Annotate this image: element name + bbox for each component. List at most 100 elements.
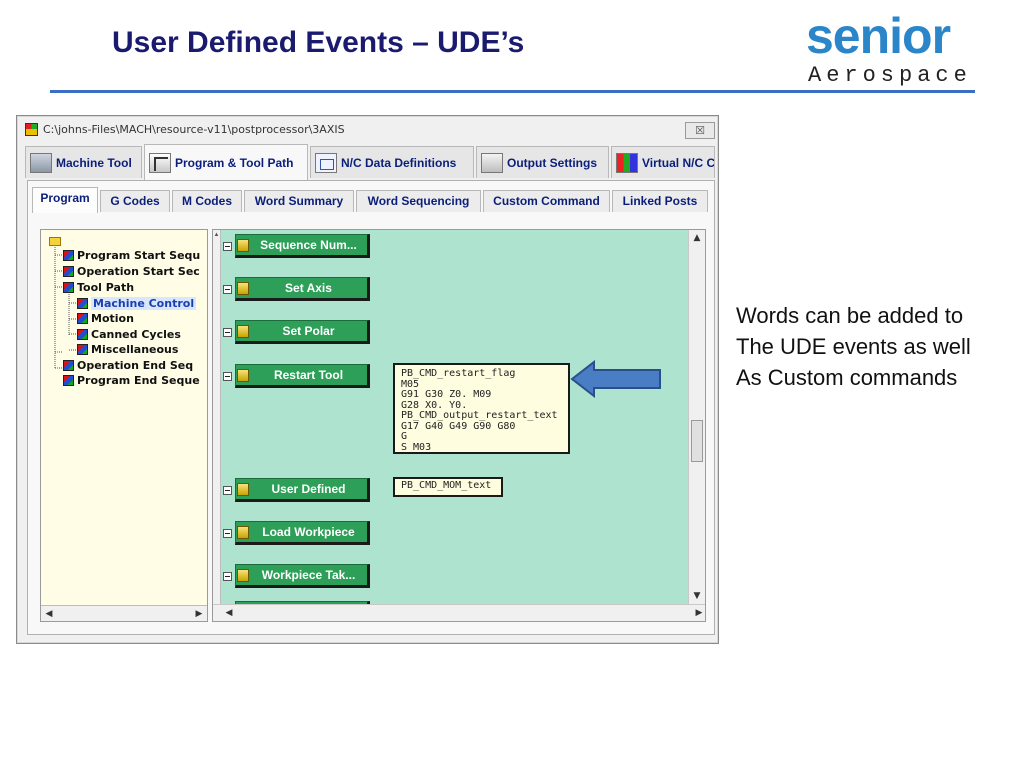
tree-item[interactable]: Operation Start Sec [63, 264, 200, 279]
tree-item[interactable]: Program End Seque [63, 373, 200, 388]
tree-item[interactable]: Operation End Seq [63, 358, 193, 373]
tab-label: Virtual N/C C [642, 155, 715, 170]
tab-virtual-nc[interactable]: Virtual N/C C [611, 146, 715, 178]
tree-item-label: Tool Path [77, 281, 135, 294]
close-button[interactable]: ☒ [685, 122, 715, 139]
callout-line: The UDE events as well [736, 334, 971, 359]
scroll-left-icon[interactable]: ◀ [223, 607, 235, 619]
subtab-program[interactable]: Program [32, 187, 98, 213]
tree-item[interactable]: Canned Cycles [77, 327, 181, 342]
sub-tab-bar: Program G Codes M Codes Word Summary Wor… [32, 187, 712, 213]
scroll-right-icon[interactable]: ▶ [693, 607, 705, 619]
user-defined-code-block[interactable]: PB_CMD_MOM_text [393, 477, 503, 497]
code-line: PB_CMD_restart_flag [401, 368, 516, 379]
subtab-m-codes[interactable]: M Codes [172, 190, 242, 212]
event-button-set-axis[interactable]: Set Axis [235, 277, 370, 301]
machine-tool-icon [30, 152, 52, 173]
tree-item-label: Program Start Sequ [77, 249, 201, 262]
event-node-icon [77, 298, 88, 309]
subtab-word-summary[interactable]: Word Summary [244, 190, 354, 212]
canvas-vertical-scrollbar[interactable]: ▲ ▼ [688, 230, 705, 605]
event-node-icon [63, 360, 74, 371]
scroll-right-icon[interactable]: ▶ [193, 608, 205, 620]
subtab-word-sequencing[interactable]: Word Sequencing [356, 190, 481, 212]
title-divider [50, 90, 975, 93]
collapse-icon[interactable] [223, 572, 232, 581]
event-button-set-polar[interactable]: Set Polar [235, 320, 370, 344]
code-line: S M03 [401, 441, 432, 453]
tree-root[interactable] [49, 234, 64, 249]
tree-item-label: Operation End Seq [77, 359, 194, 372]
left-arrow-icon [570, 360, 661, 398]
subtab-custom-command[interactable]: Custom Command [483, 190, 610, 212]
event-button-restart-tool[interactable]: Restart Tool [235, 364, 370, 388]
tree-item[interactable]: Tool Path [63, 280, 134, 295]
tree-item-label: Canned Cycles [91, 328, 181, 341]
event-node-icon [63, 375, 74, 386]
event-icon [237, 325, 249, 338]
collapse-icon[interactable] [223, 486, 232, 495]
tree-item-label: Program End Seque [77, 374, 200, 387]
collapse-icon[interactable] [223, 372, 232, 381]
event-button-user-defined[interactable]: User Defined [235, 478, 370, 502]
tab-output-settings[interactable]: Output Settings [476, 146, 609, 178]
tab-label: Program & Tool Path [175, 155, 294, 170]
app-icon [25, 123, 38, 136]
collapse-icon[interactable] [223, 529, 232, 538]
event-icon [237, 369, 249, 382]
subtab-linked-posts[interactable]: Linked Posts [612, 190, 708, 212]
folder-icon [49, 237, 61, 246]
event-icon [237, 526, 249, 539]
tree-item[interactable]: Motion [77, 311, 134, 326]
event-button-sequence-number[interactable]: Sequence Num... [235, 234, 370, 258]
event-node-icon [77, 344, 88, 355]
tree-item-label: Operation Start Sec [77, 265, 200, 278]
scroll-left-icon[interactable]: ◀ [43, 608, 55, 620]
event-node-icon [63, 250, 74, 261]
event-tree: Program Start Sequ Operation Start Sec T… [40, 229, 208, 622]
tab-content-panel: Program G Codes M Codes Word Summary Wor… [27, 180, 715, 635]
event-icon [237, 569, 249, 582]
callout-text: Words can be added to The UDE events as … [736, 300, 971, 393]
company-logo: senior Aerospace [806, 8, 992, 92]
event-node-icon [63, 282, 74, 293]
logo-wordmark: senior [806, 8, 951, 64]
output-settings-icon [481, 152, 503, 173]
event-button-workpiece-take[interactable]: Workpiece Tak... [235, 564, 370, 588]
tab-program-tool-path[interactable]: Program & Tool Path [144, 144, 308, 180]
collapse-icon[interactable] [223, 285, 232, 294]
code-line: PB_CMD_MOM_text [401, 480, 492, 491]
subtab-g-codes[interactable]: G Codes [100, 190, 170, 212]
event-canvas: Sequence Num... Set Axis Set Polar Resta… [212, 229, 706, 622]
window-titlebar: C:\johns-Files\MACH\resource-v11\postpro… [21, 120, 715, 140]
restart-tool-code-block[interactable]: PB_CMD_restart_flag M05 G91 G30 Z0. M09 … [393, 363, 570, 454]
tool-path-icon [149, 152, 171, 173]
code-line: G [401, 431, 408, 442]
event-node-icon [77, 329, 88, 340]
scrollbar-thumb[interactable] [691, 420, 703, 462]
tree-item[interactable]: Machine Control [77, 296, 197, 311]
code-line: PB_CMD_output_restart_text [401, 410, 558, 421]
event-icon [237, 483, 249, 496]
tree-item[interactable]: Miscellaneous [77, 342, 178, 357]
main-tab-bar: Machine Tool Program & Tool Path N/C Dat… [25, 144, 715, 180]
tab-machine-tool[interactable]: Machine Tool [25, 146, 142, 178]
scroll-down-icon[interactable]: ▼ [691, 590, 703, 602]
slide-title: User Defined Events – UDE’s [112, 26, 525, 59]
event-node-icon [63, 266, 74, 277]
tab-label: Machine Tool [56, 155, 132, 170]
canvas-splitter[interactable] [213, 230, 221, 605]
logo-subtitle: Aerospace [808, 63, 972, 88]
collapse-icon[interactable] [223, 242, 232, 251]
event-icon [237, 282, 249, 295]
tab-nc-data-definitions[interactable]: N/C Data Definitions [310, 146, 474, 178]
event-icon [237, 239, 249, 252]
event-button-load-workpiece[interactable]: Load Workpiece [235, 521, 370, 545]
canvas-horizontal-scrollbar[interactable]: ◀ ▶ [213, 604, 705, 621]
nc-data-icon [315, 152, 337, 173]
scroll-up-icon[interactable]: ▲ [691, 232, 703, 244]
tree-horizontal-scrollbar[interactable]: ◀ ▶ [41, 605, 207, 621]
tab-label: Output Settings [507, 155, 597, 170]
tree-item[interactable]: Program Start Sequ [63, 248, 200, 263]
collapse-icon[interactable] [223, 328, 232, 337]
